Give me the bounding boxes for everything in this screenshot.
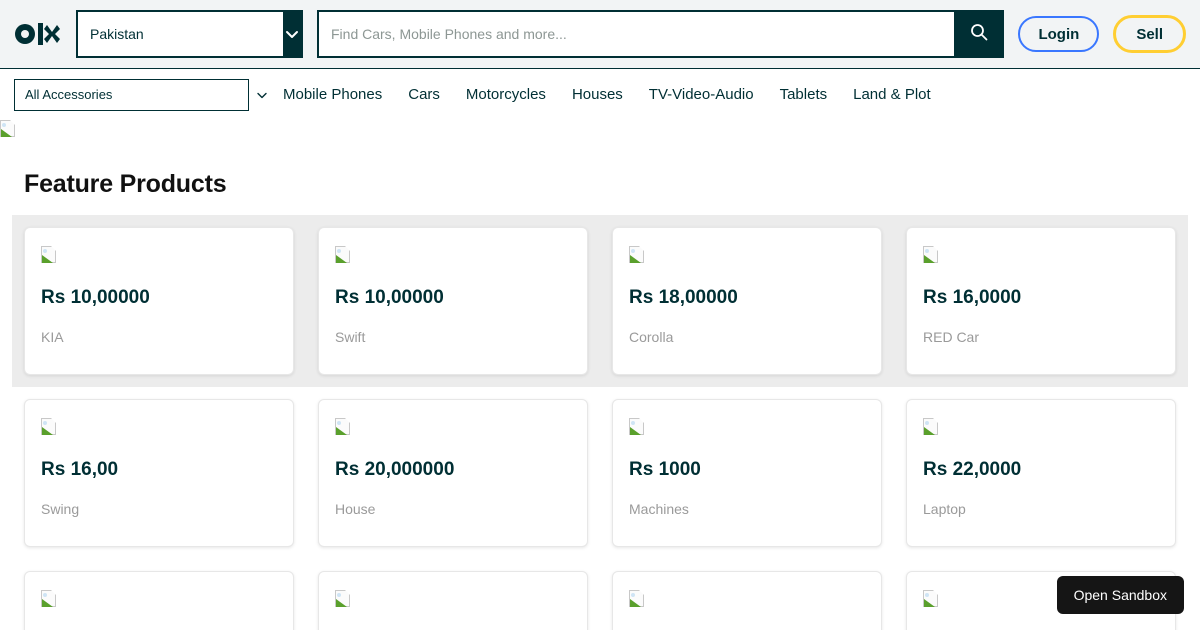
nav-link-mobile-phones[interactable]: Mobile Phones: [283, 86, 382, 103]
product-card[interactable]: Rs 20,000000 House: [318, 399, 588, 547]
search-icon: [969, 22, 989, 47]
product-card[interactable]: Rs 16,000: [318, 571, 588, 630]
product-price: Rs 18,00000: [629, 287, 738, 308]
hero-banner: [0, 120, 1200, 146]
nav-links: Mobile Phones Cars Motorcycles Houses TV…: [283, 86, 931, 103]
broken-image-icon: [629, 590, 647, 608]
broken-image-icon: [41, 246, 59, 264]
product-price: Rs 10,00000: [41, 287, 150, 308]
broken-image-icon: [629, 418, 647, 436]
product-card[interactable]: Rs 16,0000 RED Car: [906, 227, 1176, 375]
product-card[interactable]: Rs 18,00000 Corolla: [612, 227, 882, 375]
product-card[interactable]: Rs 1600: [24, 571, 294, 630]
product-card[interactable]: Rs 16,000: [612, 571, 882, 630]
nav-link-land-and-plot[interactable]: Land & Plot: [853, 86, 931, 103]
product-price: Rs 22,0000: [923, 459, 1022, 480]
login-button[interactable]: Login: [1018, 16, 1100, 52]
broken-image-icon: [923, 418, 941, 436]
product-grid: Rs 1600Rs 16,000Rs 16,000Rs 16,000: [24, 571, 1176, 630]
product-title: Corolla: [629, 329, 674, 345]
broken-image-icon: [335, 246, 353, 264]
broken-image-icon: [335, 590, 353, 608]
product-card[interactable]: Rs 22,0000 Laptop: [906, 399, 1176, 547]
location-input[interactable]: [78, 12, 283, 56]
product-card[interactable]: Rs 16,00 Swing: [24, 399, 294, 547]
search-bar[interactable]: [317, 10, 1005, 58]
product-title: Laptop: [923, 501, 966, 517]
product-row: Rs 10,00000 KIA Rs 10,00000 Swift Rs 18,0000…: [12, 215, 1188, 387]
product-price: Rs 16,00: [41, 459, 119, 480]
accessories-chevron-down-icon[interactable]: [249, 88, 275, 102]
open-sandbox-button[interactable]: Open Sandbox: [1056, 576, 1184, 614]
product-card[interactable]: Rs 10,00000 KIA: [24, 227, 294, 375]
sell-button[interactable]: Sell: [1113, 15, 1186, 53]
olx-logo-icon[interactable]: [14, 19, 60, 49]
location-chevron-down-icon[interactable]: [283, 12, 301, 56]
nav-link-houses[interactable]: Houses: [572, 86, 623, 103]
nav-link-tv-video-audio[interactable]: TV-Video-Audio: [649, 86, 754, 103]
location-selector[interactable]: [76, 10, 303, 58]
broken-image-icon: [41, 418, 59, 436]
category-navbar: Mobile Phones Cars Motorcycles Houses TV…: [0, 68, 1200, 120]
page-title: Feature Products: [24, 170, 227, 198]
product-card[interactable]: Rs 1000 Machines: [612, 399, 882, 547]
broken-image-icon: [0, 120, 18, 138]
broken-image-icon: [923, 246, 941, 264]
product-price: Rs 20,000000: [335, 459, 455, 480]
product-grid: Rs 16,00 Swing Rs 20,000000 House Rs 1000 Mac…: [24, 399, 1176, 547]
product-title: KIA: [41, 329, 64, 345]
product-card[interactable]: Rs 10,00000 Swift: [318, 227, 588, 375]
product-title: Machines: [629, 501, 689, 517]
product-title: Swift: [335, 329, 366, 345]
search-button[interactable]: [954, 10, 1005, 58]
broken-image-icon: [335, 418, 353, 436]
feature-products-section: Feature Products Rs 10,00000 KIA Rs 10,000…: [0, 146, 1200, 630]
product-title: Swing: [41, 501, 80, 517]
broken-image-icon: [923, 590, 941, 608]
product-grid: Rs 10,00000 KIA Rs 10,00000 Swift Rs 18,0000…: [24, 227, 1176, 375]
site-header: Login Sell: [0, 0, 1200, 68]
product-price: Rs 1000: [629, 459, 701, 480]
broken-image-icon: [41, 590, 59, 608]
product-rows: Rs 10,00000 KIA Rs 10,00000 Swift Rs 18,0000…: [0, 215, 1200, 630]
product-row: Rs 1600Rs 16,000Rs 16,000Rs 16,000: [12, 559, 1188, 630]
product-title: RED Car: [923, 329, 980, 345]
search-input[interactable]: [317, 10, 955, 58]
product-price: Rs 16,0000: [923, 287, 1022, 308]
nav-link-cars[interactable]: Cars: [408, 86, 440, 103]
nav-link-motorcycles[interactable]: Motorcycles: [466, 86, 546, 103]
nav-link-tablets[interactable]: Tablets: [780, 86, 828, 103]
product-price: Rs 10,00000: [335, 287, 444, 308]
broken-image-icon: [629, 246, 647, 264]
product-title: House: [335, 501, 376, 517]
all-accessories-input[interactable]: [14, 78, 249, 111]
product-row: Rs 16,00 Swing Rs 20,000000 House Rs 1000 Mac…: [12, 387, 1188, 559]
